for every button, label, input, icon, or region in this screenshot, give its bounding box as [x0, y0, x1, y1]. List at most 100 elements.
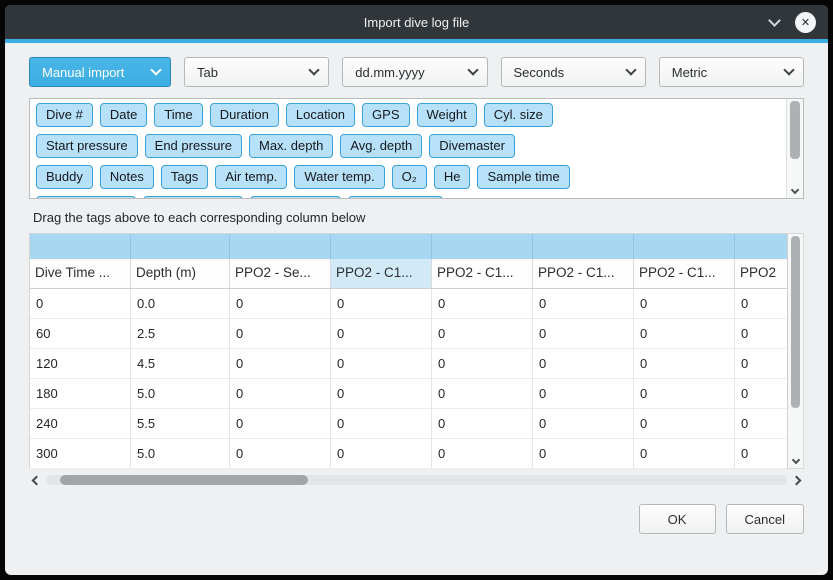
tag-buddy[interactable]: Buddy [36, 165, 93, 189]
drop-target-cell[interactable] [131, 234, 230, 259]
combo-metric[interactable]: Metric [659, 57, 804, 87]
column-header[interactable]: PPO2 - Se... [230, 259, 331, 288]
tag-pool-rows: Dive # Date Time Duration Location GPS Weight C… [36, 103, 779, 199]
table-row: 3005.0000000 [30, 439, 787, 469]
tag-row: Dive # Date Time Duration Location GPS Weight C… [36, 103, 779, 127]
tag-sample-temp[interactable]: Sample temp. [143, 196, 243, 199]
table-cell: 5.5 [131, 409, 230, 439]
scrollbar-track[interactable] [46, 475, 787, 485]
table-cell: 0 [533, 439, 634, 469]
tag-air-temp[interactable]: Air temp. [215, 165, 287, 189]
table-cell: 0 [432, 439, 533, 469]
table-cell: 0 [634, 439, 735, 469]
table-scrollbar-vertical[interactable] [787, 233, 804, 469]
ok-button[interactable]: OK [639, 504, 716, 534]
tag-avg-depth[interactable]: Avg. depth [340, 134, 422, 158]
tag-notes[interactable]: Notes [100, 165, 154, 189]
combo-dd-mm-yyyy[interactable]: dd.mm.yyyy [342, 57, 487, 87]
drag-hint-text: Drag the tags above to each correspondin… [33, 210, 804, 225]
chevron-down-icon[interactable] [768, 14, 781, 27]
table-cell: 0 [634, 349, 735, 379]
table-cell: 0 [533, 319, 634, 349]
combo-tab[interactable]: Tab [184, 57, 329, 87]
cancel-button[interactable]: Cancel [726, 504, 804, 534]
tag-cyl-size[interactable]: Cyl. size [484, 103, 553, 127]
tag-duration[interactable]: Duration [210, 103, 279, 127]
drop-row [30, 234, 787, 259]
tag-pool-scrollbar[interactable] [786, 99, 803, 198]
drop-target-cell[interactable] [30, 234, 131, 259]
tag-time[interactable]: Time [154, 103, 202, 127]
tag-location[interactable]: Location [286, 103, 355, 127]
tag-he[interactable]: He [434, 165, 471, 189]
tag-o[interactable]: O₂ [392, 165, 427, 189]
tag-weight[interactable]: Weight [417, 103, 477, 127]
column-header[interactable]: PPO2 [735, 259, 787, 288]
scroll-left-icon[interactable] [32, 475, 42, 485]
combo-selected-value: Manual import [42, 65, 152, 80]
tag-divemaster[interactable]: Divemaster [429, 134, 515, 158]
table-scrollbar-horizontal[interactable] [29, 472, 804, 488]
table-cell: 0 [230, 349, 331, 379]
drop-target-cell[interactable] [533, 234, 634, 259]
tag-gps[interactable]: GPS [362, 103, 409, 127]
tag-sample-depth[interactable]: Sample depth [36, 196, 136, 199]
column-header[interactable]: Dive Time ... [30, 259, 131, 288]
chevron-down-icon [625, 64, 636, 75]
scrollbar-thumb[interactable] [60, 475, 308, 485]
table-cell: 0 [735, 409, 787, 439]
tag-max-depth[interactable]: Max. depth [249, 134, 333, 158]
table-cell: 0.0 [131, 289, 230, 319]
chevron-down-icon [783, 64, 794, 75]
table-cell: 0 [230, 289, 331, 319]
table-cell: 0 [634, 409, 735, 439]
drop-target-cell[interactable] [331, 234, 432, 259]
table-cell: 0 [230, 409, 331, 439]
table-cell: 180 [30, 379, 131, 409]
close-icon[interactable]: ✕ [795, 12, 816, 33]
table-cell: 0 [735, 439, 787, 469]
drop-target-cell[interactable] [735, 234, 787, 259]
combo-selected-value: Seconds [514, 65, 627, 80]
table-row: 1805.0000000 [30, 379, 787, 409]
table-row: 00.0000000 [30, 289, 787, 319]
column-header[interactable]: PPO2 - C1... [634, 259, 735, 288]
window-frame: Import dive log file ✕ Manual import Tabd… [0, 0, 833, 580]
tag-dive[interactable]: Dive # [36, 103, 93, 127]
scroll-right-icon[interactable] [792, 475, 802, 485]
preview-table: Dive Time ...Depth (m)PPO2 - Se...PPO2 -… [29, 233, 804, 469]
combo-manual-import[interactable]: Manual import [29, 57, 171, 87]
import-dialog: Import dive log file ✕ Manual import Tabd… [5, 5, 828, 575]
tag-start-pressure[interactable]: Start pressure [36, 134, 138, 158]
combo-seconds[interactable]: Seconds [501, 57, 646, 87]
drop-target-cell[interactable] [432, 234, 533, 259]
titlebar[interactable]: Import dive log file ✕ [5, 5, 828, 39]
scrollbar-thumb[interactable] [790, 101, 800, 159]
scroll-down-icon[interactable] [792, 456, 800, 464]
tag-sample-po[interactable]: Sample pO₂ [250, 196, 340, 199]
scrollbar-thumb[interactable] [791, 236, 800, 408]
tag-end-pressure[interactable]: End pressure [145, 134, 242, 158]
table-cell: 0 [634, 379, 735, 409]
table-cell: 0 [432, 379, 533, 409]
column-header[interactable]: PPO2 - C1... [432, 259, 533, 288]
table-cell: 0 [230, 439, 331, 469]
tag-date[interactable]: Date [100, 103, 147, 127]
column-header[interactable]: Depth (m) [131, 259, 230, 288]
column-header[interactable]: PPO2 - C1... [533, 259, 634, 288]
drop-target-cell[interactable] [230, 234, 331, 259]
tag-sample-cns[interactable]: Sample CNS [348, 196, 443, 199]
tag-sample-time[interactable]: Sample time [477, 165, 569, 189]
table-body: 00.0000000602.50000001204.50000001805.00… [30, 289, 787, 469]
column-header[interactable]: PPO2 - C1... [331, 259, 432, 288]
drop-target-cell[interactable] [634, 234, 735, 259]
tag-water-temp[interactable]: Water temp. [294, 165, 384, 189]
table-cell: 0 [634, 319, 735, 349]
table-cell: 120 [30, 349, 131, 379]
table-cell: 0 [634, 289, 735, 319]
tag-tags[interactable]: Tags [161, 165, 208, 189]
titlebar-icons: ✕ [770, 5, 816, 39]
table-cell: 4.5 [131, 349, 230, 379]
scroll-down-icon[interactable] [791, 186, 799, 194]
tag-row: Buddy Notes Tags Air temp. Water temp. O₂ HeSa… [36, 165, 779, 189]
